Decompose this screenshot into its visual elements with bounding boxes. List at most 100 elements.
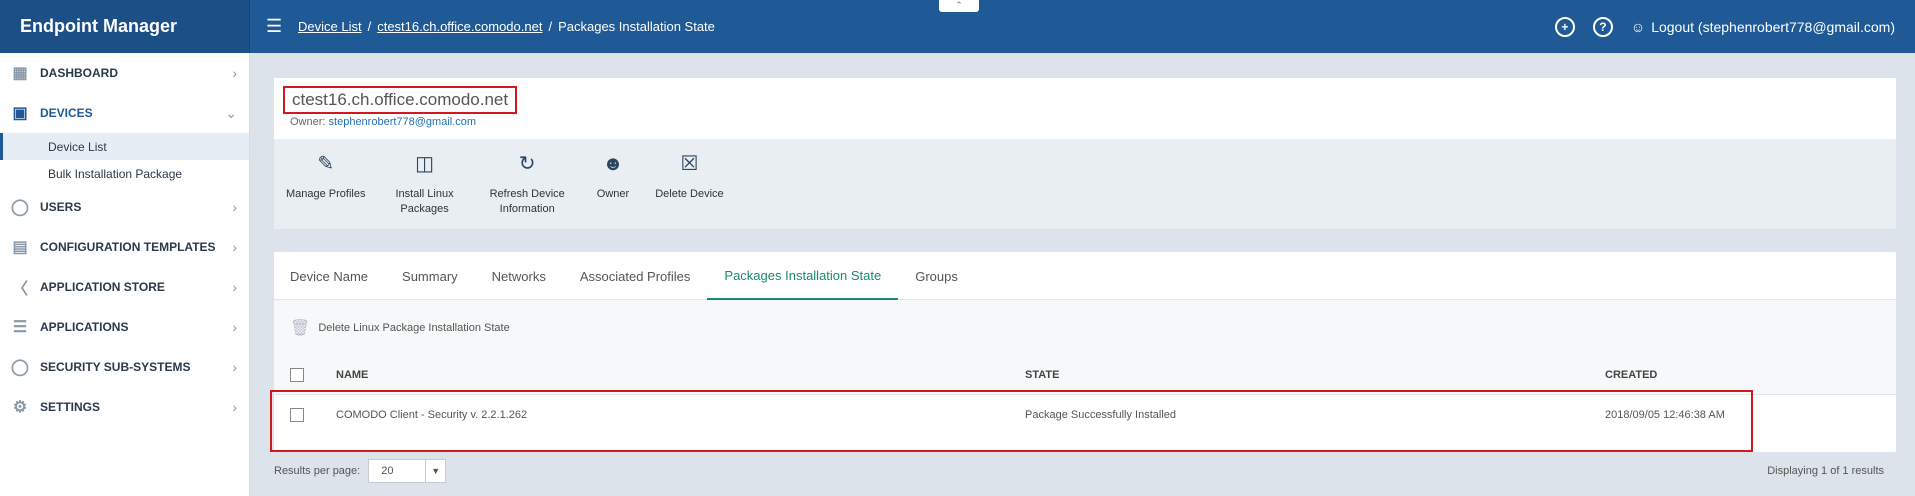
- chevron-right-icon: ›: [232, 319, 237, 335]
- breadcrumb-device[interactable]: ctest16.ch.office.comodo.net: [377, 19, 542, 34]
- chevron-right-icon: ›: [232, 239, 237, 255]
- device-name-title: ctest16.ch.office.comodo.net: [283, 86, 518, 114]
- install-linux-packages-button[interactable]: ◫ Install Linux Packages: [374, 139, 476, 229]
- chevron-right-icon: ›: [232, 199, 237, 215]
- add-circle-icon[interactable]: +: [1554, 16, 1575, 37]
- sidebar-item-label: DEVICES: [40, 106, 93, 120]
- devices-icon: ▣: [12, 105, 28, 122]
- owner-email-link[interactable]: stephenrobert778@gmail.com: [329, 116, 477, 128]
- column-header-state[interactable]: STATE: [1025, 369, 1605, 381]
- edit-profiles-icon: ✎: [317, 152, 335, 175]
- delete-device-icon: ☒: [680, 152, 699, 175]
- sidebar-item-configuration-templates[interactable]: ▤ CONFIGURATION TEMPLATES ›: [0, 227, 249, 267]
- table-row[interactable]: COMODO Client - Security v. 2.2.1.262 Pa…: [274, 395, 1896, 435]
- tool-label: Information: [499, 203, 555, 215]
- app-title: Endpoint Manager: [0, 0, 250, 53]
- sidebar-item-label: USERS: [40, 200, 82, 214]
- refresh-icon: ↻: [518, 152, 536, 175]
- tab-summary[interactable]: Summary: [385, 252, 475, 300]
- sidebar-item-label: SETTINGS: [40, 400, 101, 414]
- breadcrumb-current: Packages Installation State: [558, 19, 715, 34]
- user-icon: ◯: [11, 199, 29, 216]
- sidebar-item-application-store[interactable]: 〈 APPLICATION STORE ›: [0, 267, 249, 307]
- delete-linux-package-state-button[interactable]: Delete Linux Package Installation State: [318, 322, 509, 334]
- tab-device-name[interactable]: Device Name: [290, 252, 385, 300]
- breadcrumb-device-list[interactable]: Device List: [298, 19, 362, 34]
- sidebar-item-devices[interactable]: ▣ DEVICES ⌄: [0, 93, 249, 133]
- select-all-checkbox[interactable]: [290, 367, 304, 382]
- linux-package-icon: ◫: [415, 152, 434, 175]
- tab-packages-installation-state[interactable]: Packages Installation State: [707, 252, 899, 300]
- tab-associated-profiles[interactable]: Associated Profiles: [563, 252, 708, 300]
- logout-label: Logout (stephenrobert778@gmail.com): [1651, 18, 1895, 35]
- sidebar-item-label: SECURITY SUB-SYSTEMS: [40, 360, 191, 374]
- sidebar-item-label: APPLICATION STORE: [40, 280, 165, 294]
- tool-label: Owner: [596, 188, 630, 200]
- displaying-count: Displaying 1 of 1 results: [1767, 465, 1884, 477]
- sidebar-item-settings[interactable]: ⚙ SETTINGS ›: [0, 387, 249, 427]
- config-templates-icon: ▤: [12, 239, 28, 256]
- row-checkbox[interactable]: [290, 408, 304, 422]
- owner-line: Owner: stephenrobert778@gmail.com: [290, 116, 1880, 128]
- tab-networks[interactable]: Networks: [475, 252, 563, 300]
- table-footer: Results per page: 20 ▼ Displaying 1 of 1…: [274, 458, 1896, 484]
- sidebar-item-label: APPLICATIONS: [40, 320, 129, 334]
- chevron-right-icon: ›: [232, 65, 237, 81]
- shield-icon: ◯: [11, 359, 29, 376]
- sidebar-item-users[interactable]: ◯ USERS ›: [0, 187, 249, 227]
- tool-label: Manage Profiles: [286, 188, 366, 200]
- sidebar: ▦ DASHBOARD › ▣ DEVICES ⌄ Device List Bu…: [0, 53, 250, 496]
- sidebar-item-label: CONFIGURATION TEMPLATES: [40, 240, 216, 254]
- table-header: NAME STATE CREATED: [274, 355, 1896, 395]
- results-per-page-value: 20: [381, 465, 394, 477]
- device-toolbar: ✎ Manage Profiles ◫ Install Linux Packag…: [274, 139, 1896, 229]
- logout-button[interactable]: ☺ Logout (stephenrobert778@gmail.com): [1631, 19, 1895, 35]
- delete-device-button[interactable]: ☒ Delete Device: [641, 139, 731, 229]
- sidebar-item-applications[interactable]: ☰ APPLICATIONS ›: [0, 307, 249, 347]
- cell-created: 2018/09/05 12:46:38 AM: [1605, 409, 1725, 421]
- sidebar-item-dashboard[interactable]: ▦ DASHBOARD ›: [0, 53, 249, 93]
- chevron-right-icon: ›: [232, 359, 237, 375]
- breadcrumb: Device List / ctest16.ch.office.comodo.n…: [298, 19, 715, 34]
- chevron-right-icon: ›: [232, 279, 237, 295]
- chevron-down-icon: ⌄: [225, 104, 237, 121]
- gear-icon: ⚙: [12, 399, 28, 416]
- chevron-down-icon: ▼: [425, 460, 445, 482]
- owner-dropdown-button[interactable]: ☻ Owner: [579, 139, 641, 229]
- refresh-device-information-button[interactable]: ↻ Refresh Device Information: [476, 139, 579, 229]
- device-header: ctest16.ch.office.comodo.net Owner: step…: [274, 78, 1896, 139]
- owner-user-icon: ☻: [602, 152, 624, 175]
- column-header-created[interactable]: CREATED: [1605, 369, 1896, 381]
- tool-label: Refresh Device: [489, 188, 565, 200]
- collapse-header-toggle[interactable]: ⌃: [939, 0, 979, 12]
- column-header-name[interactable]: NAME: [336, 369, 1025, 381]
- device-tabs: Device Name Summary Networks Associated …: [274, 252, 1896, 300]
- user-icon: ☺: [1630, 18, 1646, 35]
- sidebar-item-security-subsystems[interactable]: ◯ SECURITY SUB-SYSTEMS ›: [0, 347, 249, 387]
- results-per-page-select[interactable]: 20 ▼: [368, 459, 447, 483]
- tool-label: Delete Device: [655, 188, 724, 200]
- tab-groups[interactable]: Groups: [898, 252, 975, 300]
- breadcrumb-separator: /: [548, 19, 553, 34]
- tool-label: Packages: [400, 203, 449, 215]
- tool-label: Install Linux: [395, 188, 454, 200]
- sidebar-subitem-bulk-installation[interactable]: Bulk Installation Package: [0, 160, 249, 187]
- manage-profiles-button[interactable]: ✎ Manage Profiles: [278, 139, 374, 229]
- store-basket-icon: 〈: [11, 281, 28, 298]
- cell-state: Package Successfully Installed: [1025, 409, 1177, 421]
- table-actions: 🗑 Delete Linux Package Installation Stat…: [274, 300, 1896, 355]
- trash-icon: 🗑: [290, 319, 311, 337]
- dashboard-icon: ▦: [12, 65, 28, 82]
- applications-icon: ☰: [12, 319, 28, 336]
- cell-name: COMODO Client - Security v. 2.2.1.262: [336, 409, 528, 421]
- breadcrumb-separator: /: [367, 19, 372, 34]
- tabs-panel: Device Name Summary Networks Associated …: [274, 252, 1896, 452]
- hamburger-menu-icon[interactable]: ☰: [266, 16, 284, 37]
- chevron-right-icon: ›: [232, 399, 237, 415]
- main-content: ctest16.ch.office.comodo.net Owner: step…: [274, 78, 1896, 452]
- sidebar-subitem-device-list[interactable]: Device List: [0, 133, 249, 160]
- sidebar-item-label: DASHBOARD: [40, 66, 118, 80]
- results-per-page-label: Results per page:: [274, 465, 361, 477]
- owner-label: Owner:: [290, 116, 326, 128]
- help-icon[interactable]: ?: [1592, 16, 1613, 37]
